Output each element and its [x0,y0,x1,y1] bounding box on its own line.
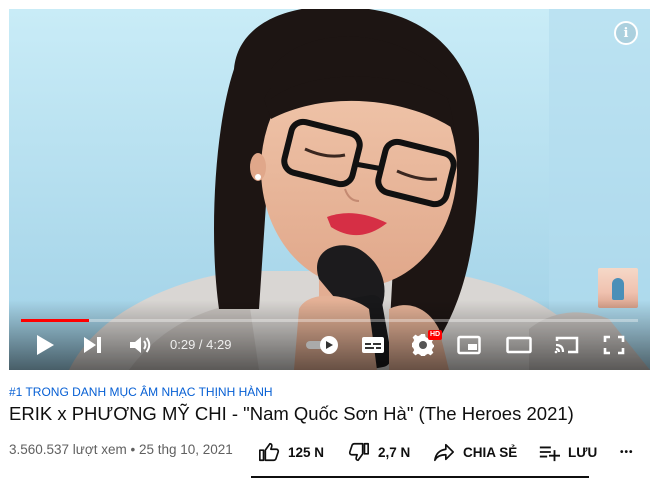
save-button[interactable]: LƯU [538,440,597,464]
time-display: 0:29 / 4:29 [170,337,231,352]
progress-played [21,319,89,322]
more-actions-button[interactable]: ••• [620,440,634,464]
miniplayer-icon [457,335,481,355]
video-player[interactable]: i 0:29 / 4:29 HD [9,9,650,370]
subtitles-icon [362,337,384,353]
subtitles-button[interactable] [361,332,385,358]
info-icon[interactable]: i [614,21,638,45]
share-icon [434,443,454,462]
dislike-button[interactable]: 2,7 N [348,440,410,464]
fullscreen-icon [603,335,625,355]
hd-badge: HD [428,330,443,340]
miniplayer-button[interactable] [456,332,482,358]
video-meta: 3.560.537 lượt xem • 25 thg 10, 2021 [9,442,233,457]
cast-icon [554,336,579,354]
progress-bar[interactable] [21,319,638,322]
dislike-count: 2,7 N [378,444,411,460]
volume-button[interactable] [127,332,155,358]
theater-icon [506,336,532,354]
thumbs-down-icon [348,442,369,462]
like-count: 125 N [288,444,325,460]
upload-date: 25 thg 10, 2021 [138,442,233,457]
autoplay-toggle[interactable] [305,332,341,358]
theater-mode-button[interactable] [505,332,533,358]
more-icon: ••• [620,446,634,458]
save-label: LƯU [568,444,598,460]
meta-separator: • [126,442,139,457]
thumbs-up-icon [259,442,280,462]
time-separator: / [195,337,207,352]
like-button[interactable]: 125 N [258,440,324,464]
share-label: CHIA SẺ [463,444,518,460]
next-button[interactable] [81,332,105,358]
play-icon [37,335,54,355]
actions-divider [251,476,589,478]
time-current: 0:29 [170,337,196,352]
fullscreen-button[interactable] [602,332,626,358]
video-title: ERIK x PHƯƠNG MỸ CHI - "Nam Quốc Sơn Hà"… [9,403,574,424]
trending-category-link[interactable]: #1 TRONG DANH MỤC ÂM NHẠC THỊNH HÀNH [9,385,273,399]
play-button[interactable] [33,332,57,358]
volume-icon [130,337,151,353]
cast-button[interactable] [553,332,581,358]
view-count: 3.560.537 lượt xem [9,442,127,457]
save-to-playlist-icon [539,446,560,462]
next-icon [84,337,101,353]
share-button[interactable]: CHIA SẺ [433,440,517,464]
time-total: 4:29 [206,337,232,352]
autoplay-toggle-icon [306,336,338,354]
